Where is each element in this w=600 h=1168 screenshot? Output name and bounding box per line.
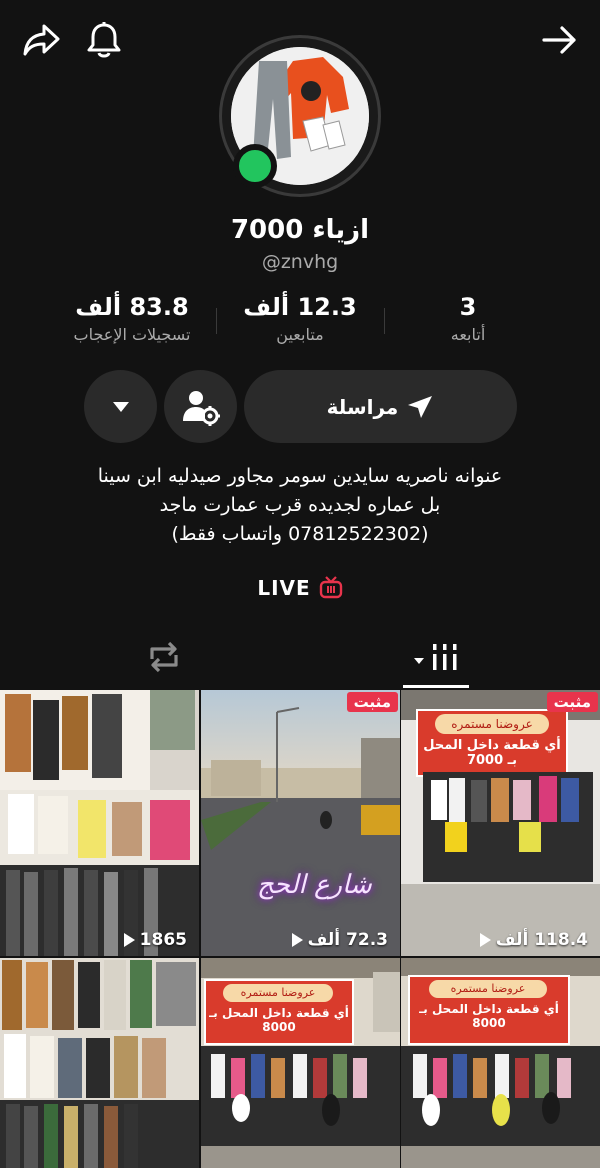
followers-count: 12.3 ألف xyxy=(243,293,357,321)
chevron-down-icon xyxy=(112,401,129,412)
online-status-dot xyxy=(233,144,277,188)
view-count: 1865 xyxy=(0,930,199,950)
video-thumbnail[interactable]: عروضنا مستمره أي قطعة داخل المحل بـ 7000… xyxy=(401,690,600,956)
sign-text: أي قطعة داخل المحل بـ 7000 xyxy=(423,738,561,768)
sign-text: أي قطعة داخل المحل بـ 8000 xyxy=(419,1002,559,1030)
sign-text: أي قطعة داخل المحل بـ 8000 xyxy=(209,1006,349,1034)
live-tv-icon xyxy=(319,576,342,599)
video-overlay-text: شارع الحج xyxy=(257,870,372,900)
profile-handle: @znvhg xyxy=(261,251,339,273)
sign-title: عروضنا مستمره xyxy=(223,984,333,1002)
send-icon xyxy=(408,395,433,418)
bio-line-1: عنوانه ناصريه سايدين سومر مجاور صيدليه ا… xyxy=(97,465,503,487)
stat-followers[interactable]: 12.3 ألف متابعين xyxy=(215,293,385,344)
stat-likes[interactable]: 83.8 ألف تسجيلات الإعجاب xyxy=(47,293,217,344)
play-icon xyxy=(123,933,135,947)
likes-count: 83.8 ألف xyxy=(75,293,189,321)
likes-label: تسجيلات الإعجاب xyxy=(73,325,191,344)
tab-reposts[interactable] xyxy=(138,634,190,680)
live-label: LIVE xyxy=(257,576,311,600)
video-thumbnail[interactable]: عروضنا مستمره أي قطعة داخل المحل بـ 8000 xyxy=(201,958,400,1168)
repost-icon xyxy=(150,641,178,673)
user-settings-icon xyxy=(182,390,220,426)
view-count-text: 72.3 ألف xyxy=(307,930,388,950)
view-count-text: 118.4 ألف xyxy=(495,930,588,950)
profile-bio: عنوانه ناصريه سايدين سومر مجاور صيدليه ا… xyxy=(40,462,560,549)
sign-title: عروضنا مستمره xyxy=(435,714,549,734)
stat-following[interactable]: 3 أتابعه xyxy=(383,293,553,344)
add-friend-button[interactable] xyxy=(164,370,237,443)
view-count-text: 1865 xyxy=(139,930,187,950)
tab-videos[interactable] xyxy=(403,634,469,680)
play-icon xyxy=(479,933,491,947)
message-label: مراسلة xyxy=(326,394,399,419)
sign-title: عروضنا مستمره xyxy=(429,980,547,998)
videos-grid-icon xyxy=(433,644,457,670)
dropdown-button[interactable] xyxy=(84,370,157,443)
followers-label: متابعين xyxy=(276,325,324,344)
play-icon xyxy=(291,933,303,947)
message-button[interactable]: مراسلة xyxy=(244,370,517,443)
video-thumbnail[interactable]: 1865 xyxy=(0,690,199,956)
pinned-badge: مثبت xyxy=(546,692,598,712)
following-label: أتابعه xyxy=(450,325,486,344)
view-count: 72.3 ألف xyxy=(201,930,400,950)
active-tab-indicator xyxy=(403,685,469,688)
bio-line-3: (07812522302 واتساب فقط) xyxy=(171,523,429,545)
pinned-badge: مثبت xyxy=(346,692,398,712)
bell-icon[interactable] xyxy=(82,18,126,62)
share-icon[interactable] xyxy=(20,20,64,60)
view-count: 118.4 ألف xyxy=(401,930,600,950)
bio-line-2: بل عماره لجديده قرب عمارت ماجد xyxy=(159,494,441,516)
following-count: 3 xyxy=(459,293,477,321)
video-thumbnail[interactable] xyxy=(0,958,199,1168)
chevron-down-icon xyxy=(414,658,424,664)
profile-name: ازياء 7000 xyxy=(230,215,370,245)
live-link[interactable]: LIVE xyxy=(0,576,600,600)
video-thumbnail[interactable]: مثبت شارع الحج 72.3 ألف xyxy=(201,690,400,956)
back-arrow-icon[interactable] xyxy=(538,20,582,60)
video-thumbnail[interactable]: عروضنا مستمره أي قطعة داخل المحل بـ 8000 xyxy=(401,958,600,1168)
